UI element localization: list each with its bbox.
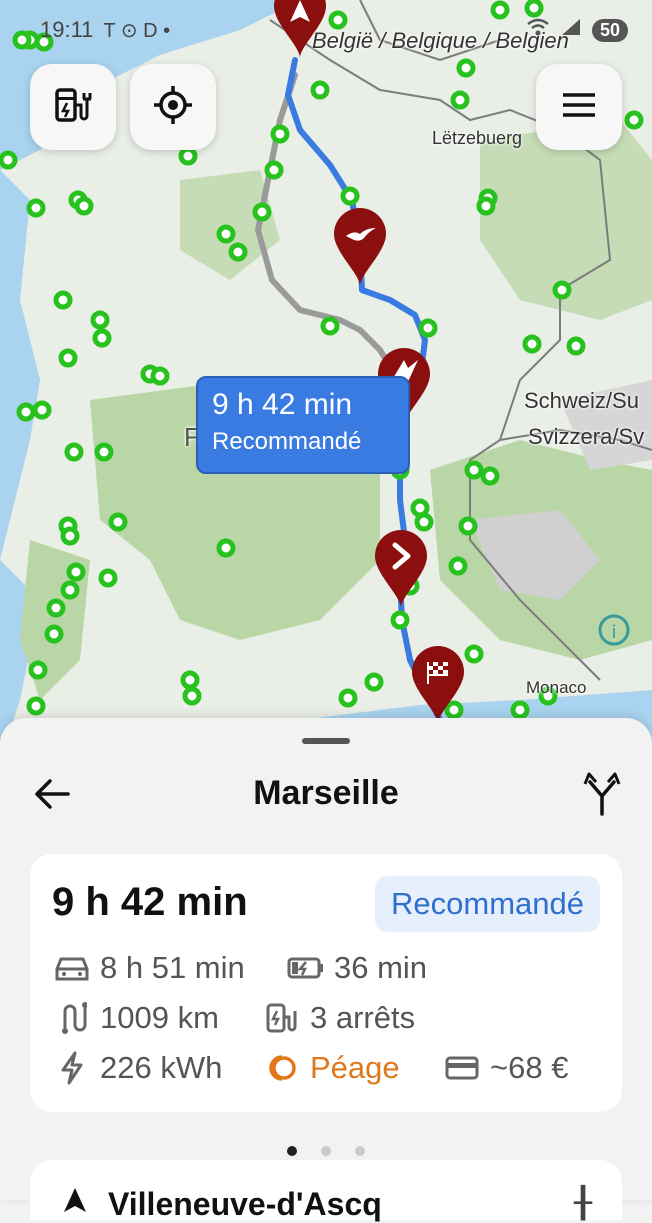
battery-charging-icon bbox=[286, 951, 326, 985]
sheet-header: Marseille bbox=[0, 768, 652, 818]
stops-count: 3 arrêts bbox=[310, 1000, 416, 1035]
route-callout[interactable]: 9 h 42 min Recommandé bbox=[196, 376, 410, 474]
summary-row-energy: 226 kWh Péage ~68 € bbox=[52, 1050, 568, 1086]
charge-info-icon: ╂ bbox=[573, 1187, 592, 1220]
credit-card-icon bbox=[442, 1051, 482, 1085]
locate-icon bbox=[152, 84, 194, 131]
page-dot-1[interactable] bbox=[287, 1146, 297, 1156]
recommended-badge: Recommandé bbox=[375, 876, 600, 932]
route-callout-duration: 9 h 42 min bbox=[212, 388, 353, 421]
sheet-drag-handle[interactable] bbox=[302, 738, 350, 744]
status-bar: 19:11 T ⊙ D • 50 bbox=[40, 14, 628, 46]
signal-icon bbox=[560, 17, 582, 43]
page-indicator[interactable] bbox=[0, 1146, 652, 1156]
stop-pin-3 bbox=[375, 530, 427, 608]
summary-row-time: 8 h 51 min 36 min bbox=[52, 950, 427, 986]
distance: 1009 km bbox=[100, 1000, 219, 1035]
car-icon bbox=[52, 951, 92, 985]
status-icons: T ⊙ D • bbox=[103, 19, 171, 42]
finish-pin bbox=[412, 646, 464, 724]
total-duration: 9 h 42 min bbox=[52, 880, 248, 924]
destination-title: Marseille bbox=[253, 774, 399, 812]
map-label-switzerland-1: Schweiz/Su bbox=[524, 388, 639, 413]
map-label-monaco: Monaco bbox=[526, 678, 587, 697]
stop-pin-1 bbox=[334, 208, 386, 286]
start-arrow-icon bbox=[60, 1184, 90, 1219]
map-label-switzerland-2: Svizzera/Sv bbox=[528, 424, 645, 449]
route-callout-tag: Recommandé bbox=[212, 428, 362, 455]
map-label-luxembourg: Lëtzebuerg bbox=[432, 128, 523, 148]
charger-filter-icon bbox=[53, 85, 93, 130]
locate-button[interactable] bbox=[130, 64, 216, 150]
charger-filter-button[interactable] bbox=[30, 64, 116, 150]
toll-label: Péage bbox=[310, 1050, 400, 1085]
route-sheet[interactable]: Marseille 9 h 42 min Recommandé 8 h 51 m… bbox=[0, 718, 652, 1222]
drive-time: 8 h 51 min bbox=[100, 950, 245, 985]
charge-time: 36 min bbox=[334, 950, 428, 985]
page-dot-3[interactable] bbox=[355, 1146, 365, 1156]
menu-button[interactable] bbox=[536, 64, 622, 150]
route-summary-card[interactable]: 9 h 42 min Recommandé 8 h 51 min 36 min bbox=[30, 854, 622, 1112]
charging-station-icon bbox=[262, 1001, 302, 1035]
next-leg-card[interactable]: Villeneuve-d'Ascq ╂ bbox=[30, 1160, 622, 1222]
lightning-icon bbox=[52, 1051, 92, 1085]
map-view[interactable]: i België / Belgique / Belgien Lëtzebuerg bbox=[0, 0, 652, 760]
toll-icon bbox=[262, 1051, 302, 1085]
menu-icon bbox=[562, 92, 596, 123]
energy: 226 kWh bbox=[100, 1050, 223, 1085]
page-dot-2[interactable] bbox=[321, 1146, 331, 1156]
route-fork-icon bbox=[582, 772, 622, 820]
status-time: 19:11 bbox=[40, 17, 94, 42]
summary-row-distance: 1009 km 3 arrêts bbox=[52, 1000, 415, 1036]
toll-indicator: Péage bbox=[262, 1050, 442, 1086]
alternative-routes-button[interactable] bbox=[582, 770, 626, 816]
next-leg-title: Villeneuve-d'Ascq bbox=[108, 1186, 382, 1222]
battery-indicator: 50 bbox=[591, 18, 628, 42]
cost: ~68 € bbox=[490, 1050, 569, 1085]
route-distance-icon bbox=[52, 1001, 92, 1035]
wifi-icon bbox=[526, 17, 550, 43]
